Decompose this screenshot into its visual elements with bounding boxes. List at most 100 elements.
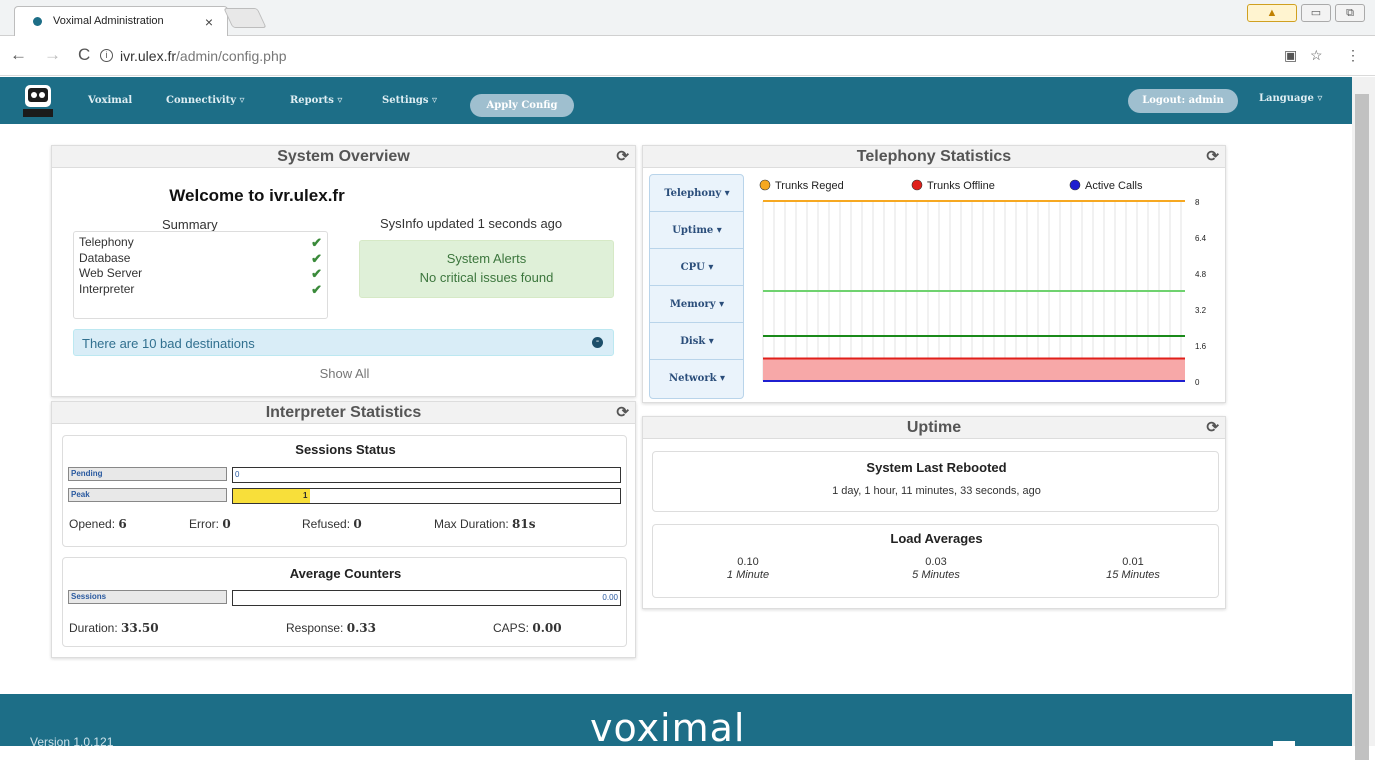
summary-item-webserver: Web Server ✔	[79, 266, 322, 281]
y-tick-label: 6.4	[1195, 234, 1207, 243]
load-averages-title: Load Averages	[890, 531, 983, 546]
last-rebooted-title: System Last Rebooted	[866, 460, 1007, 475]
system-alerts-box: System Alerts No critical issues found	[359, 240, 614, 298]
check-icon: ✔	[311, 266, 322, 281]
url-field[interactable]: i ivr.ulex.fr/admin/config.php	[100, 44, 1340, 68]
nav-voximal[interactable]: Voximal	[88, 95, 132, 106]
pending-label: Pending	[68, 467, 227, 481]
y-tick-label: 3.2	[1195, 306, 1207, 315]
top-navbar: Voximal Connectivity ▿ Reports ▿ Setting…	[0, 77, 1352, 124]
apply-config-button[interactable]: Apply Config	[470, 94, 574, 117]
load-averages-box: Load Averages 0.10 1 Minute 0.03 5 Minutes…	[652, 524, 1219, 598]
max-duration-stat: Max Duration: 81s	[434, 517, 536, 531]
browser-tab[interactable]: Voximal Administration ×	[14, 6, 228, 36]
forward-icon[interactable]: →	[44, 45, 61, 65]
warning-icon[interactable]: ▲	[1247, 4, 1297, 22]
stats-side-menu: Telephony ▾ Uptime ▾ CPU ▾ Memory ▾ Disk…	[649, 174, 744, 399]
y-tick-label: 4.8	[1195, 270, 1207, 279]
voximal-logo-icon[interactable]	[22, 81, 54, 119]
alerts-title: System Alerts	[446, 251, 527, 266]
y-tick-label: 0	[1195, 378, 1200, 387]
back-icon[interactable]: ←	[10, 45, 27, 65]
reload-icon[interactable]: C	[78, 45, 90, 65]
minimize-button[interactable]: ▭	[1301, 4, 1331, 22]
check-icon: ✔	[311, 250, 322, 266]
refresh-icon[interactable]: ⟳	[1206, 417, 1219, 439]
star-icon[interactable]: ☆	[1310, 47, 1323, 64]
url-host: ivr.ulex.fr	[120, 48, 177, 64]
maximize-button[interactable]: ⧉	[1335, 4, 1365, 22]
summary-item-telephony: Telephony ✔	[79, 235, 322, 250]
telephony-tab[interactable]: Telephony ▾	[650, 175, 743, 212]
uptime-header: Uptime ⟳	[643, 417, 1225, 439]
refresh-icon[interactable]: ⟳	[616, 146, 629, 168]
footer-menu-icon[interactable]	[1273, 741, 1295, 746]
sessions-bar: 0.00	[232, 590, 621, 606]
window-controls: ▲ ▭ ⧉	[1247, 4, 1365, 22]
address-bar-row: ← → C i ivr.ulex.fr/admin/config.php ▣ ☆…	[0, 36, 1375, 76]
collapse-icon[interactable]: -	[592, 337, 603, 348]
browser-tabstrip: Voximal Administration × ▲ ▭ ⧉	[0, 0, 1375, 36]
bad-destinations-text: There are 10 bad destinations	[82, 336, 255, 351]
legend-label: Active Calls	[1085, 180, 1143, 192]
uptime-panel: Uptime ⟳ System Last Rebooted 1 day, 1 ho…	[642, 416, 1226, 609]
alerts-text: No critical issues found	[419, 270, 554, 285]
legend-marker	[911, 179, 923, 191]
sessions-status-title: Sessions Status	[295, 442, 396, 457]
duration-stat: Duration: 33.50	[69, 621, 159, 635]
menu-icon[interactable]: ⋮	[1346, 47, 1360, 64]
memory-tab[interactable]: Memory ▾	[650, 286, 743, 323]
nav-settings[interactable]: Settings ▿	[382, 95, 437, 106]
refresh-icon[interactable]: ⟳	[616, 402, 629, 424]
translate-icon[interactable]: ▣	[1284, 47, 1297, 64]
language-menu[interactable]: Language ▿	[1259, 93, 1322, 104]
error-stat: Error: 0	[189, 517, 231, 531]
close-tab-icon[interactable]: ×	[205, 14, 213, 30]
interpreter-header: Interpreter Statistics ⟳	[52, 402, 635, 424]
interpreter-statistics-panel: Interpreter Statistics ⟳ Sessions Status …	[51, 401, 636, 658]
logout-button[interactable]: Logout: admin	[1128, 89, 1238, 113]
bad-destinations-alert[interactable]: There are 10 bad destinations -	[73, 329, 614, 356]
sessions-status-box: Sessions Status Pending 0 Peak 1 Opened:…	[62, 435, 627, 547]
show-all-link[interactable]: Show All	[52, 366, 637, 381]
info-icon[interactable]: i	[100, 49, 113, 62]
load-15min: 0.01 15 Minutes	[1106, 556, 1160, 581]
telephony-statistics-panel: Telephony Statistics ⟳ Telephony ▾ Uptime…	[642, 145, 1226, 403]
load-1min: 0.10 1 Minute	[726, 556, 770, 581]
new-tab-button[interactable]	[223, 8, 267, 28]
telephony-chart: Trunks Reged Trunks Offline Active Calls 8 6…	[759, 179, 1207, 387]
refresh-icon[interactable]: ⟳	[1206, 146, 1219, 168]
uptime-tab[interactable]: Uptime ▾	[650, 212, 743, 249]
welcome-title: Welcome to ivr.ulex.fr	[169, 186, 345, 205]
check-icon: ✔	[311, 235, 322, 250]
summary-label: Summary	[162, 217, 218, 232]
cpu-tab[interactable]: CPU ▾	[650, 249, 743, 286]
footer: Version 1.0.121 voximal	[0, 694, 1352, 750]
nav-connectivity[interactable]: Connectivity ▿	[166, 95, 245, 106]
scrollbar[interactable]	[1352, 77, 1375, 760]
average-counters-title: Average Counters	[289, 566, 402, 581]
network-tab[interactable]: Network ▾	[650, 360, 743, 397]
system-overview-panel: System Overview ⟳ Welcome to ivr.ulex.fr …	[51, 145, 636, 397]
summary-list: Telephony ✔ Database ✔ Web Server ✔ Interpr…	[73, 231, 328, 319]
nav-reports[interactable]: Reports ▿	[290, 95, 342, 106]
sessions-label: Sessions	[68, 590, 227, 604]
summary-item-database: Database ✔	[79, 250, 322, 266]
pending-bar: 0	[232, 467, 621, 483]
legend-label: Trunks Offline	[927, 180, 995, 192]
average-counters-box: Average Counters Sessions 0.00 Duration:…	[62, 557, 627, 647]
telephony-header: Telephony Statistics ⟳	[643, 146, 1225, 168]
y-tick-label: 8	[1195, 198, 1200, 207]
tab-title: Voximal Administration	[53, 15, 164, 27]
legend-marker	[1069, 179, 1081, 191]
scrollbar-thumb[interactable]	[1355, 94, 1369, 760]
legend-label: Trunks Reged	[775, 180, 844, 192]
caps-stat: CAPS: 0.00	[493, 621, 562, 635]
peak-bar: 1	[232, 488, 621, 504]
y-tick-label: 1.6	[1195, 342, 1207, 351]
version-text: Version 1.0.121	[30, 735, 114, 749]
last-rebooted-text: 1 day, 1 hour, 11 minutes, 33 seconds, a…	[832, 485, 1041, 497]
opened-stat: Opened: 6	[69, 517, 127, 531]
check-icon: ✔	[311, 281, 322, 297]
disk-tab[interactable]: Disk ▾	[650, 323, 743, 360]
